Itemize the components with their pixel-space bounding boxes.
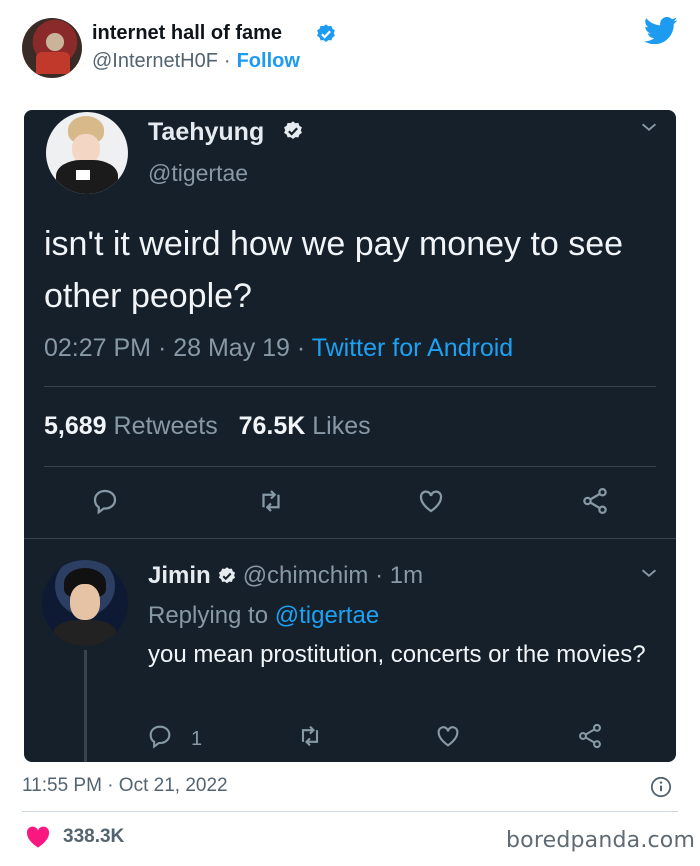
jimin-avatar <box>42 560 128 646</box>
retweet-icon <box>301 725 319 747</box>
tweet-stats: 5,689 Retweets 76.5K Likes <box>44 412 371 441</box>
reply-author-name: Jimin <box>148 562 211 589</box>
heart-icon <box>437 726 459 747</box>
author-handle-row: @InternetH0F · Follow <box>92 50 300 73</box>
thread-line <box>84 650 87 762</box>
retweet-icon <box>262 490 280 512</box>
author-avatar[interactable] <box>22 18 82 78</box>
reply-text: you mean prostitution, concerts or the m… <box>148 641 646 668</box>
divider <box>44 466 656 467</box>
divider <box>22 811 678 812</box>
reply-count: 1 <box>191 728 203 750</box>
chevron-down-icon <box>641 123 657 131</box>
reply-icon <box>149 725 171 749</box>
author-name[interactable]: internet hall of fame <box>92 22 282 45</box>
separator: · <box>223 50 231 72</box>
tweet-text: isn't it weird how we pay money to see o… <box>44 225 624 315</box>
likes-count: 76.5K <box>238 412 306 440</box>
verified-badge-icon <box>218 567 235 584</box>
screenshot-image: Taehyung @tigertae isn't it weird how we… <box>24 110 676 762</box>
divider <box>24 538 676 539</box>
author-handle[interactable]: @InternetH0F <box>92 50 218 73</box>
tweet-time: 02:27 PM · 28 May 19 · <box>44 334 312 362</box>
watermark: boredpanda.com <box>506 828 696 853</box>
tweet-embed: internet hall of fame @InternetH0F · Fol… <box>0 0 700 866</box>
reply-icon <box>93 489 117 515</box>
divider <box>44 386 656 387</box>
share-icon <box>583 488 607 514</box>
tweet-meta: 02:27 PM · 28 May 19 · Twitter for Andro… <box>44 334 513 363</box>
like-count[interactable]: 338.3K <box>63 826 124 848</box>
post-timestamp[interactable]: 11:55 PM · Oct 21, 2022 <box>22 775 228 797</box>
reply-handle-time: @chimchim · 1m <box>242 562 424 589</box>
retweets-label: Retweets <box>106 412 218 440</box>
replying-handle: @tigertae <box>274 602 380 629</box>
verified-badge-icon <box>317 24 335 42</box>
replying-prefix: Replying to <box>148 602 275 629</box>
follow-button[interactable]: Follow <box>237 50 300 73</box>
tweet-author-handle: @tigertae <box>148 160 249 186</box>
like-heart-icon[interactable] <box>26 826 50 848</box>
tweet-author-name: Taehyung <box>148 118 265 146</box>
chevron-down-icon <box>641 569 657 577</box>
share-icon <box>579 723 601 749</box>
likes-label: Likes <box>305 412 371 440</box>
tweet-source: Twitter for Android <box>311 334 514 362</box>
heart-icon <box>419 490 443 513</box>
retweets-count: 5,689 <box>44 412 107 440</box>
reply-header: Jimin @chimchim · 1m <box>148 562 423 590</box>
taehyung-avatar <box>46 112 128 194</box>
info-icon[interactable] <box>650 776 672 798</box>
verified-badge-icon <box>284 121 302 139</box>
replying-to: Replying to @tigertae <box>148 602 379 630</box>
twitter-bird-icon[interactable] <box>644 16 678 46</box>
